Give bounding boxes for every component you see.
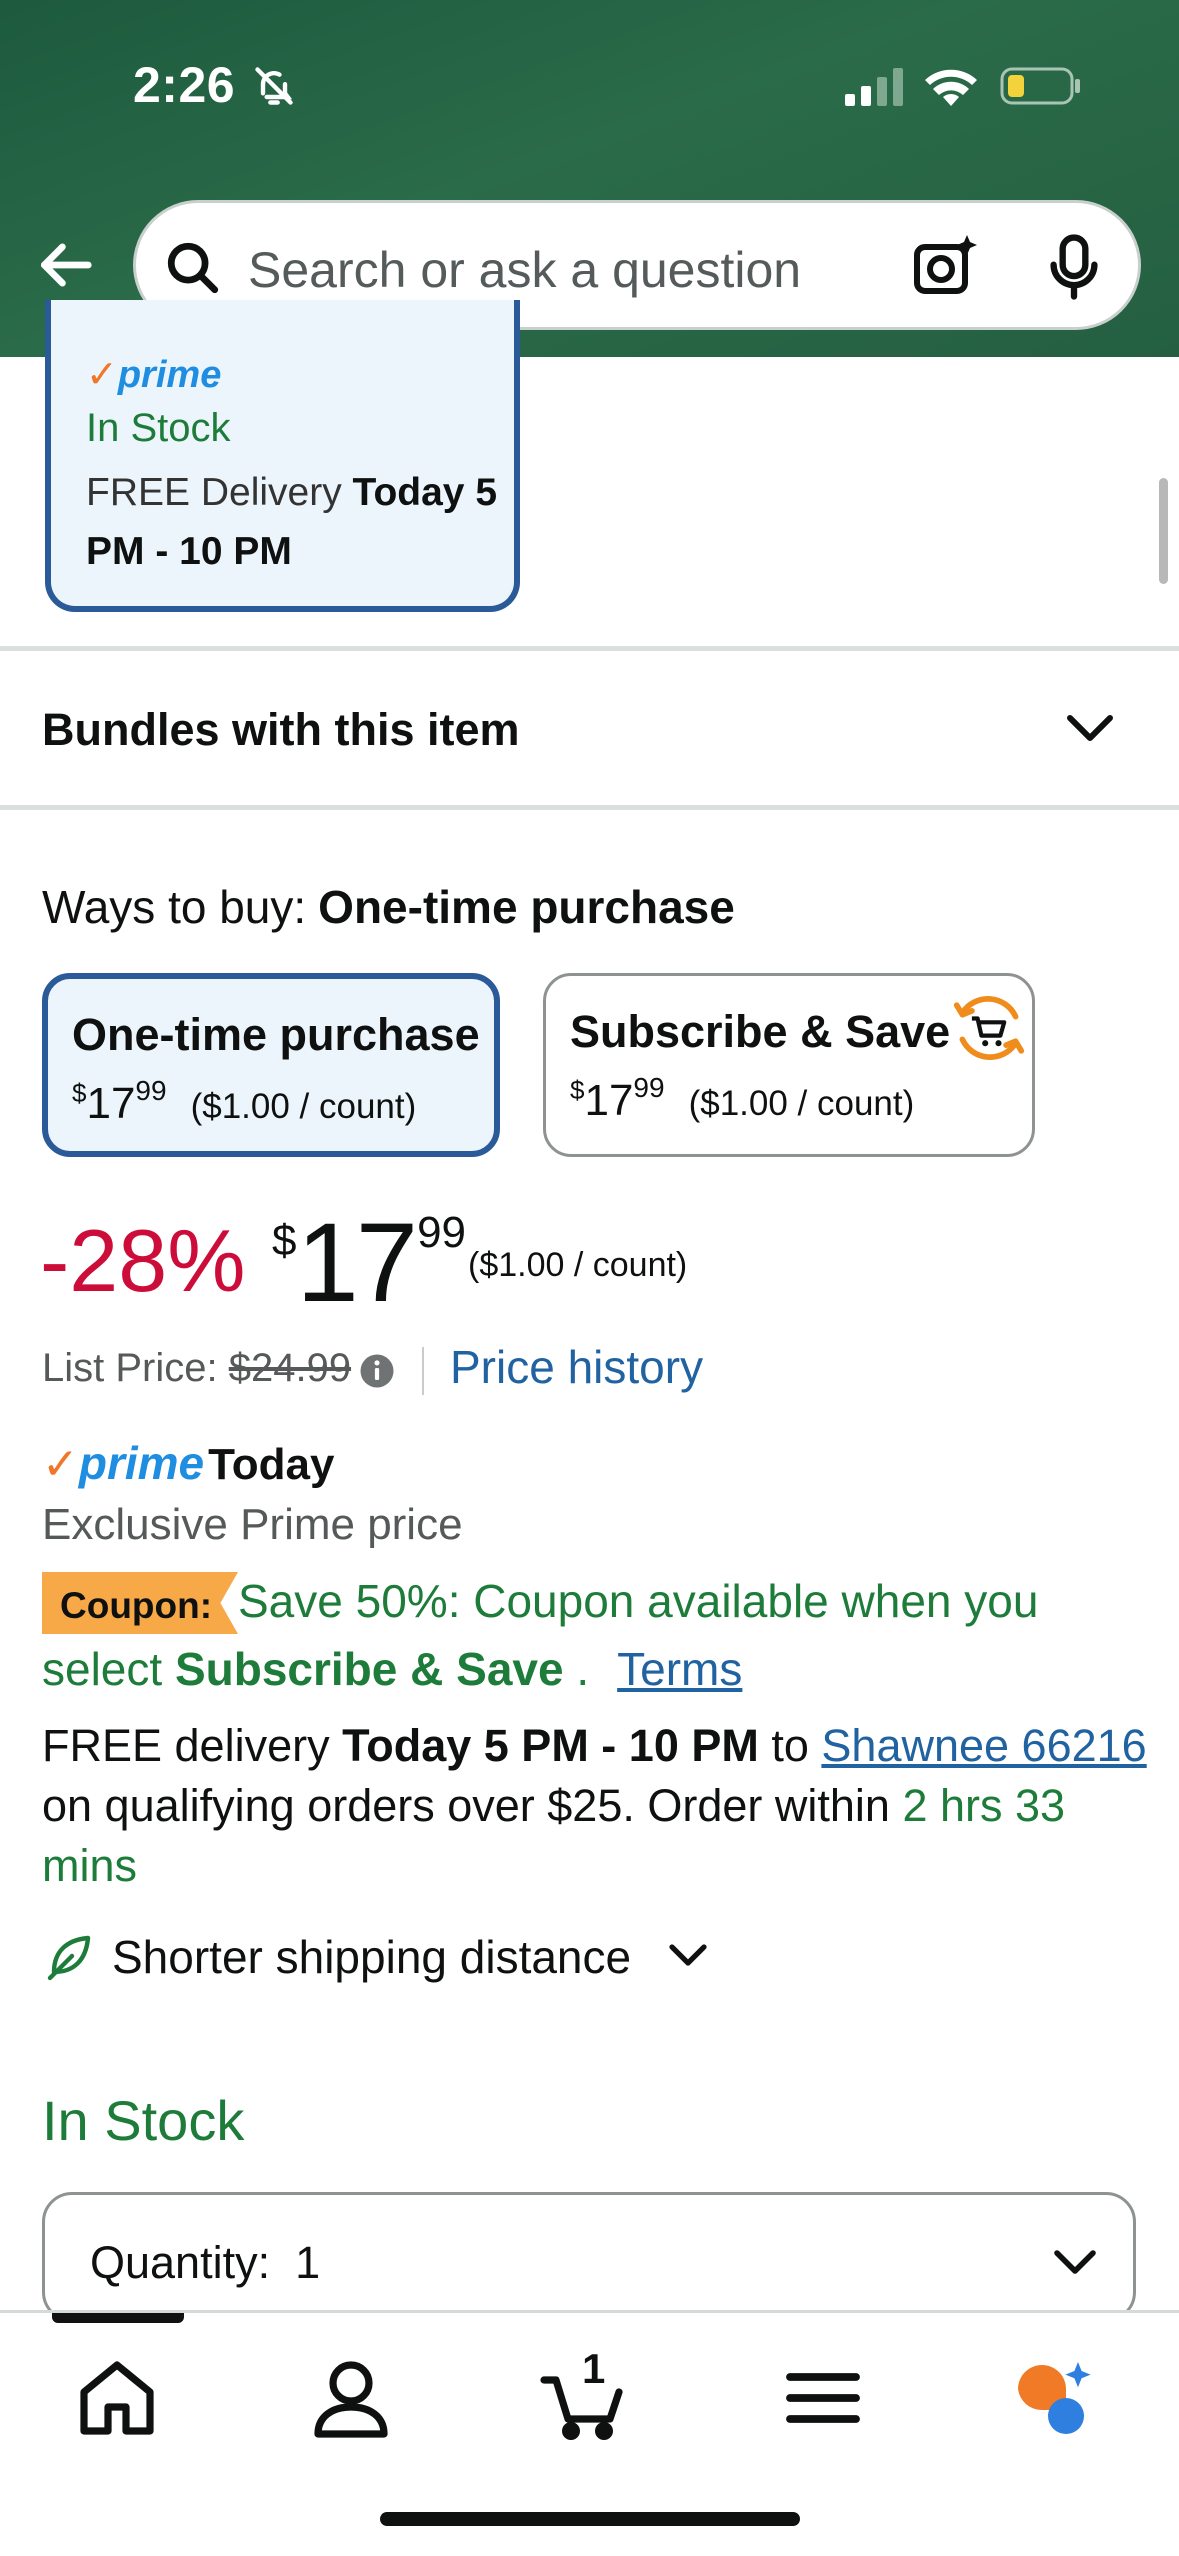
home-indicator: [380, 2512, 800, 2526]
home-icon[interactable]: [72, 2353, 162, 2443]
prime-badge: ✓prime: [86, 354, 222, 396]
unit-price: ($1.00 / count): [468, 1246, 688, 1284]
search-icon: [167, 242, 219, 294]
chevron-down-icon[interactable]: [1064, 706, 1116, 750]
divider: [0, 805, 1179, 810]
search-input[interactable]: Search or ask a question: [248, 241, 801, 299]
divider: [0, 646, 1179, 651]
chevron-down-icon: [1054, 2250, 1096, 2274]
scrollbar-thumb: [1159, 478, 1168, 584]
quantity-label: Quantity: 1: [90, 2237, 321, 2288]
cellular-signal-icon: [845, 68, 903, 106]
status-time: 2:26: [133, 57, 236, 113]
terms-link[interactable]: Terms: [617, 1643, 742, 1695]
subscribe-cart-icon: [953, 996, 1025, 1060]
discount-percent: -28%: [40, 1211, 246, 1310]
option-price: $1799 ($1.00 / count): [570, 1072, 915, 1125]
card-stock-status: In Stock: [86, 406, 231, 450]
main-price: $1799: [272, 1200, 467, 1325]
price-history-link[interactable]: Price history: [450, 1340, 703, 1394]
bundles-title[interactable]: Bundles with this item: [42, 704, 520, 756]
microphone-icon[interactable]: [1046, 233, 1102, 301]
delivery-message: FREE delivery Today 5 PM - 10 PM to Shaw…: [42, 1720, 1147, 1891]
subscribe-and-save-option[interactable]: Subscribe & Save $1799 ($1.00 / count): [543, 973, 1035, 1157]
leaf-icon: [47, 1935, 91, 1981]
ways-to-buy-label: Ways to buy: One-time purchase: [42, 881, 735, 933]
account-icon[interactable]: [306, 2353, 396, 2443]
chevron-down-icon[interactable]: [668, 1939, 708, 1971]
coupon-tag: Coupon:: [42, 1572, 238, 1634]
option-title: One-time purchase: [72, 1009, 480, 1060]
battery-icon: [1000, 67, 1080, 105]
exclusive-prime-price: Exclusive Prime price: [42, 1500, 463, 1549]
separator: [422, 1347, 424, 1395]
wifi-icon: [925, 69, 977, 106]
rufus-assistant-icon[interactable]: [1006, 2353, 1096, 2443]
camera-lens-icon[interactable]: [911, 231, 979, 299]
option-title: Subscribe & Save: [570, 1006, 951, 1057]
info-icon[interactable]: [359, 1353, 395, 1389]
option-price: $1799 ($1.00 / count): [72, 1075, 417, 1128]
menu-icon[interactable]: [778, 2353, 868, 2443]
one-time-purchase-option[interactable]: One-time purchase $1799 ($1.00 / count): [42, 973, 500, 1157]
prime-today-badge: ✓primeToday: [42, 1437, 335, 1489]
coupon-text-line2: select Subscribe & Save . Terms: [42, 1643, 743, 1695]
shorter-shipping-toggle[interactable]: Shorter shipping distance: [112, 1930, 631, 1984]
delivery-option-card[interactable]: ✓prime In Stock FREE Delivery Today 5 PM…: [45, 300, 520, 612]
list-price: List Price: $24.99: [42, 1346, 352, 1390]
delivery-location-link[interactable]: Shawnee 66216: [821, 1720, 1146, 1771]
cart-count-badge: 1: [582, 2345, 606, 2392]
bell-off-icon: [255, 67, 293, 105]
quantity-value: 1: [295, 2237, 321, 2288]
coupon-text: Save 50%: Coupon available when you: [238, 1575, 1039, 1627]
in-stock-status: In Stock: [42, 2089, 245, 2152]
card-delivery-text: FREE Delivery Today 5 PM - 10 PM: [86, 471, 498, 573]
back-arrow-icon[interactable]: [34, 234, 96, 296]
active-tab-indicator: [52, 2313, 184, 2323]
quantity-dropdown[interactable]: Quantity: 1: [42, 2192, 1136, 2322]
